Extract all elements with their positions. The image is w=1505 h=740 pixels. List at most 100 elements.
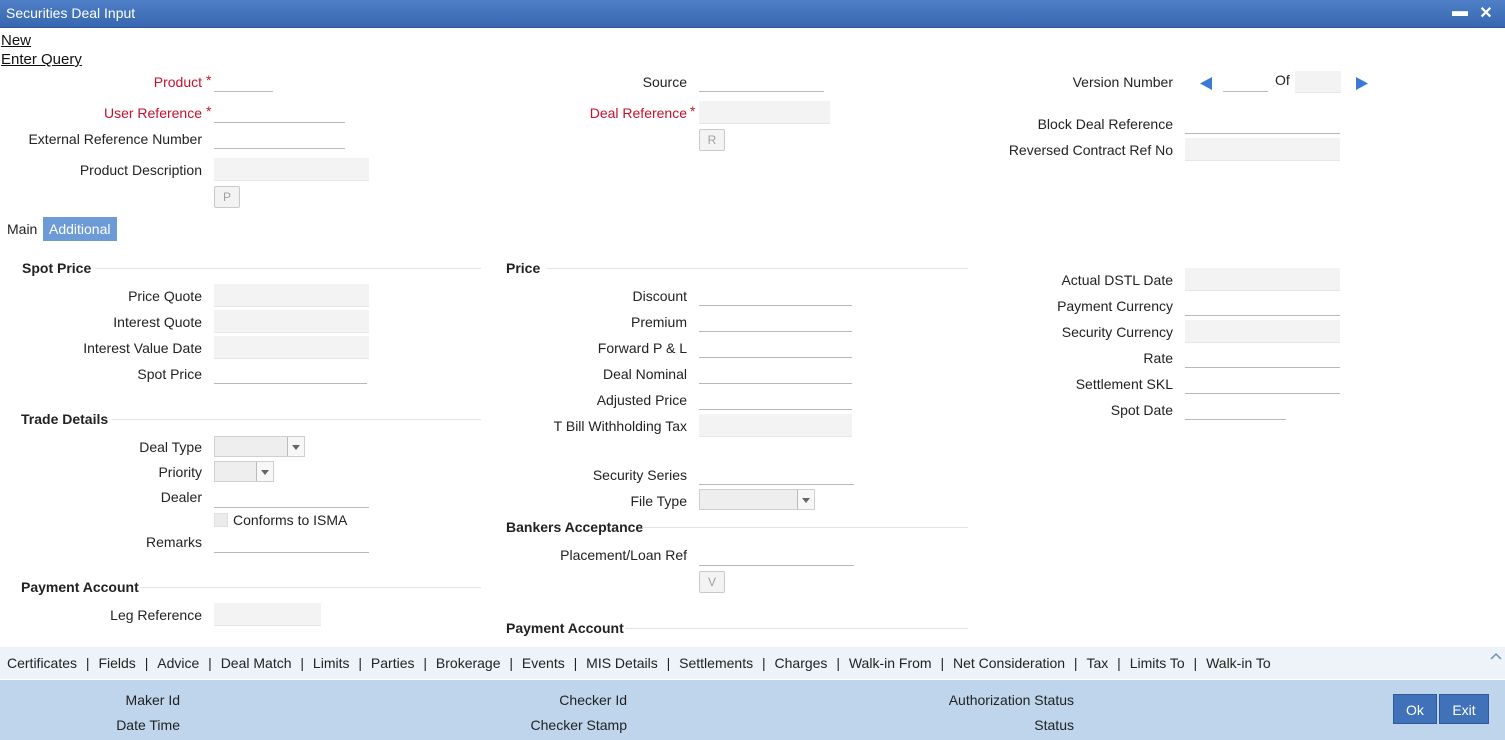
link-separator: | xyxy=(296,655,308,671)
premium-label: Premium xyxy=(630,314,687,330)
chevron-up-icon[interactable] xyxy=(1490,652,1502,660)
deal-type-label: Deal Type xyxy=(139,439,202,455)
external-reference-number-input[interactable] xyxy=(214,128,345,149)
leg-reference-input[interactable] xyxy=(214,603,321,626)
subsystem-link[interactable]: Walk-in To xyxy=(1206,655,1271,671)
product-input[interactable] xyxy=(214,71,273,92)
actual-dstl-date-input[interactable] xyxy=(1185,268,1340,291)
security-currency-label: Security Currency xyxy=(1061,324,1173,340)
user-reference-input[interactable] xyxy=(214,102,345,123)
deal-nominal-input[interactable] xyxy=(699,363,852,384)
link-separator: | xyxy=(505,655,517,671)
maker-id-label: Maker Id xyxy=(125,692,180,708)
forward-pl-input[interactable] xyxy=(699,337,852,358)
subsystem-link[interactable]: Charges xyxy=(775,655,828,671)
subsystem-link[interactable]: Fields xyxy=(98,655,135,671)
audit-footer xyxy=(0,680,1505,740)
premium-input[interactable] xyxy=(699,311,852,332)
link-separator: | xyxy=(354,655,366,671)
spot-price-input[interactable] xyxy=(214,363,367,384)
interest-value-date-input[interactable] xyxy=(214,336,369,359)
required-mark: * xyxy=(206,103,212,119)
remarks-label: Remarks xyxy=(145,534,202,550)
subsystem-link[interactable]: Advice xyxy=(157,655,199,671)
security-series-input[interactable] xyxy=(699,464,854,485)
ok-button[interactable]: Ok xyxy=(1393,694,1437,724)
spot-date-label: Spot Date xyxy=(1110,402,1173,418)
link-separator: | xyxy=(936,655,948,671)
file-type-select[interactable] xyxy=(699,489,815,510)
user-reference-label: User Reference xyxy=(103,105,202,121)
deal-nominal-label: Deal Nominal xyxy=(602,366,687,382)
actual-dstl-date-label: Actual DSTL Date xyxy=(1061,272,1173,288)
subsystem-link[interactable]: Net Consideration xyxy=(953,655,1065,671)
settlement-skl-input[interactable] xyxy=(1185,373,1340,394)
subsystem-link[interactable]: Limits xyxy=(313,655,350,671)
priority-select[interactable] xyxy=(214,461,274,482)
close-icon[interactable]: ✕ xyxy=(1476,3,1496,23)
payment-currency-input[interactable] xyxy=(1185,295,1340,316)
discount-input[interactable] xyxy=(699,285,852,306)
version-total-input xyxy=(1295,71,1341,93)
reversed-contract-ref-no-label: Reversed Contract Ref No xyxy=(1008,142,1173,158)
exit-button[interactable]: Exit xyxy=(1439,694,1489,724)
authorization-status-label: Authorization Status xyxy=(948,692,1074,708)
tab-additional[interactable]: Additional xyxy=(43,217,117,241)
trade-details-section-title: Trade Details xyxy=(21,411,109,427)
subsystem-links: Certificates | Fields | Advice | Deal Ma… xyxy=(7,655,1271,671)
payment-account-mid-section-title: Payment Account xyxy=(506,620,624,636)
rate-input[interactable] xyxy=(1185,347,1340,368)
chevron-down-icon xyxy=(256,462,273,481)
version-number-input[interactable] xyxy=(1223,71,1268,92)
block-deal-reference-label: Block Deal Reference xyxy=(1037,116,1173,132)
subsystem-link[interactable]: Tax xyxy=(1086,655,1108,671)
subsystem-link[interactable]: Events xyxy=(522,655,565,671)
source-input[interactable] xyxy=(699,71,824,92)
adjusted-price-label: Adjusted Price xyxy=(596,392,687,408)
link-separator: | xyxy=(419,655,431,671)
subsystem-link[interactable]: Limits To xyxy=(1130,655,1185,671)
subsystem-link[interactable]: Walk-in From xyxy=(849,655,932,671)
subsystem-link[interactable]: Certificates xyxy=(7,655,77,671)
deal-type-select[interactable] xyxy=(214,436,305,457)
discount-label: Discount xyxy=(632,288,687,304)
block-deal-reference-input[interactable] xyxy=(1185,113,1340,134)
subsystem-link[interactable]: Parties xyxy=(371,655,415,671)
t-bill-withholding-tax-input[interactable] xyxy=(699,414,852,437)
v-button[interactable]: V xyxy=(699,571,725,593)
deal-reference-input[interactable] xyxy=(699,101,830,124)
remarks-input[interactable] xyxy=(214,532,369,553)
security-currency-input[interactable] xyxy=(1185,320,1340,343)
placement-loan-ref-input[interactable] xyxy=(699,545,854,566)
title-bar: Securities Deal Input ▬ ✕ xyxy=(0,0,1505,28)
dealer-input[interactable] xyxy=(214,487,369,508)
section-divider xyxy=(547,268,968,269)
product-label: Product xyxy=(153,74,202,90)
conforms-to-isma-checkbox[interactable] xyxy=(214,513,228,527)
minimize-icon[interactable]: ▬ xyxy=(1450,3,1470,21)
subsystem-links-bar: Certificates | Fields | Advice | Deal Ma… xyxy=(0,647,1505,679)
subsystem-link[interactable]: Brokerage xyxy=(436,655,501,671)
t-bill-withholding-tax-label: T Bill Withholding Tax xyxy=(553,418,687,434)
subsystem-link[interactable]: MIS Details xyxy=(586,655,658,671)
link-separator: | xyxy=(758,655,770,671)
r-button[interactable]: R xyxy=(699,129,725,151)
next-version-icon[interactable] xyxy=(1355,76,1369,91)
price-quote-label: Price Quote xyxy=(128,288,202,304)
file-type-label: File Type xyxy=(630,493,687,509)
spot-date-input[interactable] xyxy=(1185,399,1286,420)
tab-main[interactable]: Main xyxy=(1,217,43,241)
link-separator: | xyxy=(204,655,216,671)
subsystem-link[interactable]: Deal Match xyxy=(221,655,292,671)
adjusted-price-input[interactable] xyxy=(699,389,852,410)
price-quote-input[interactable] xyxy=(214,284,369,307)
product-description-input[interactable] xyxy=(214,158,369,181)
new-link[interactable]: New xyxy=(1,32,31,49)
enter-query-link[interactable]: Enter Query xyxy=(1,51,82,68)
interest-quote-input[interactable] xyxy=(214,310,369,333)
subsystem-link[interactable]: Settlements xyxy=(679,655,753,671)
p-button[interactable]: P xyxy=(214,186,240,208)
link-separator: | xyxy=(1189,655,1202,671)
previous-version-icon[interactable] xyxy=(1199,76,1213,91)
reversed-contract-ref-no-input[interactable] xyxy=(1185,138,1340,161)
